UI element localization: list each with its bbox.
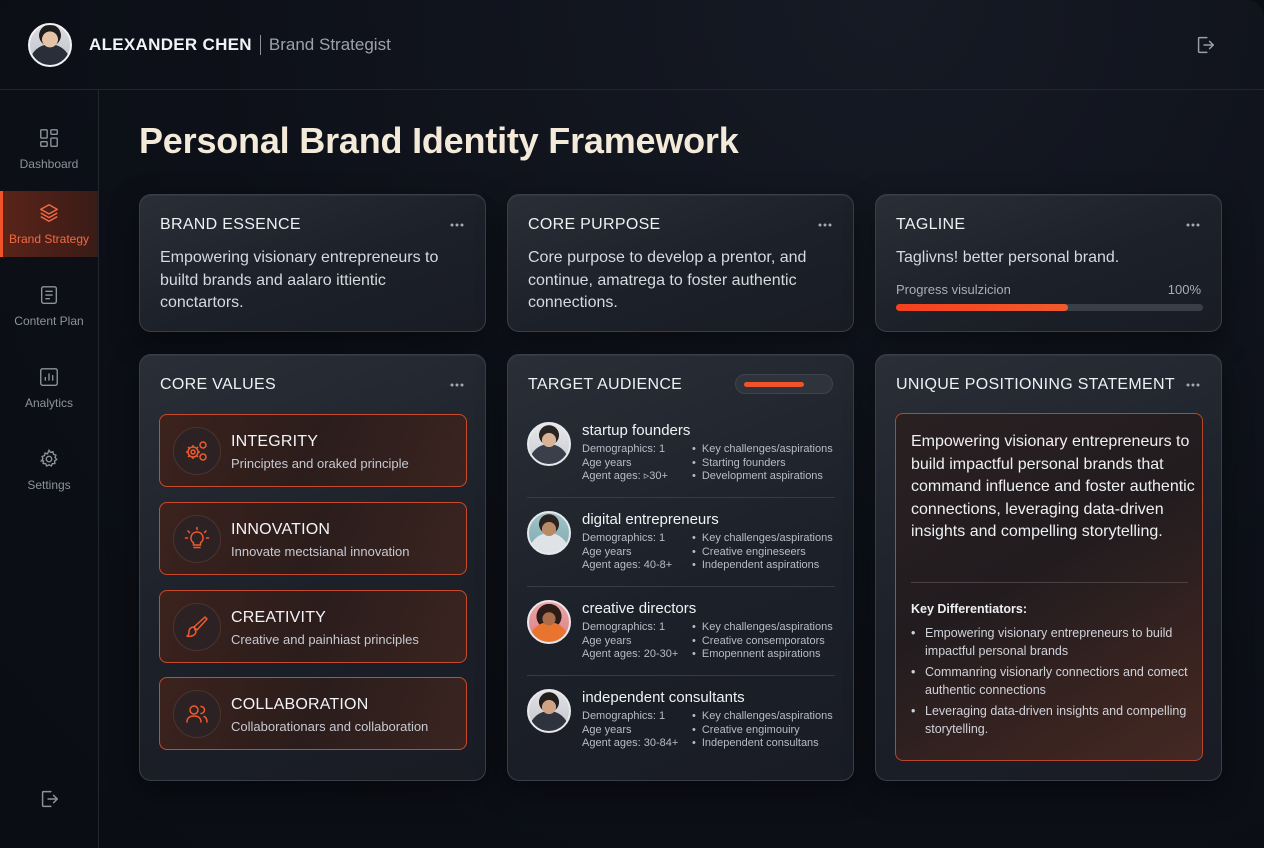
core-value-integrity[interactable]: INTEGRITY Principtes and oraked principl… [159, 414, 467, 487]
core-purpose-card: CORE PURPOSE Core purpose to develop a p… [507, 194, 854, 332]
page-title: Personal Brand Identity Framework [139, 120, 739, 161]
sidebar-item-label: Analytics [24, 396, 74, 410]
sidebar-item-label: Brand Strategy [8, 232, 90, 246]
gears-icon [173, 427, 221, 475]
persona-demographics: Demographics: 1 Age years Agent ages: 20… [582, 621, 679, 660]
more-options-icon[interactable] [449, 217, 465, 233]
list-item: Leveraging data-driven insights and comp… [911, 703, 1196, 738]
usp-card: UNIQUE POSITIONING STATEMENT Empowering … [875, 354, 1222, 781]
sidebar-item-analytics[interactable]: Analytics [0, 355, 98, 421]
core-value-desc: Principtes and oraked principle [231, 456, 409, 471]
persona-demographics: Demographics: 1 Age years Agent ages: 40… [582, 532, 673, 571]
more-options-icon[interactable] [817, 217, 833, 233]
target-audience-card: TARGET AUDIENCE startup founders Demogra… [507, 354, 854, 781]
gear-icon [39, 448, 58, 467]
core-purpose-text: Core purpose to develop a prentor, and c… [528, 249, 807, 311]
people-icon [173, 690, 221, 738]
persona-independent-consultants[interactable]: independent consultants Demographics: 1 … [527, 689, 835, 777]
list-item: Commanring visionarly connectiors and co… [911, 664, 1196, 699]
differentiators-list: Empowering visionary entrepreneurs to bu… [911, 625, 1196, 742]
progress-label: Progress visulzicion [896, 282, 1011, 297]
sidebar-item-content-plan[interactable]: Content Plan [0, 273, 98, 339]
avatar [527, 422, 571, 466]
persona-name: independent consultants [582, 689, 745, 706]
progress-percent: 100% [1167, 282, 1201, 297]
sidebar: Dashboard Brand Strategy Content Plan An… [0, 90, 99, 848]
persona-name: startup founders [582, 422, 691, 439]
avatar[interactable] [28, 22, 72, 67]
core-value-creativity[interactable]: CREATIVITY Creative and painhiast princi… [159, 590, 467, 663]
brand-essence-card: BRAND ESSENCE Empowering visionary entre… [139, 194, 486, 332]
avatar [527, 689, 571, 733]
persona-aspirations: Key challenges/aspirations Starting foun… [692, 443, 842, 484]
usp-box: Empowering visionary entrepreneurs to bu… [895, 413, 1203, 761]
usp-statement: Empowering visionary entrepreneurs to bu… [911, 433, 1195, 540]
logout-icon[interactable] [1194, 34, 1216, 56]
logout-icon[interactable] [38, 788, 60, 810]
core-value-title: INTEGRITY [231, 433, 319, 450]
divider [527, 586, 835, 587]
audience-indicator [735, 374, 833, 394]
persona-aspirations: Key challenges/aspirations Creative engi… [692, 532, 842, 573]
grid-icon [40, 129, 58, 147]
core-value-collaboration[interactable]: COLLABORATION Collaborationars and colla… [159, 677, 467, 750]
sidebar-item-settings[interactable]: Settings [0, 437, 98, 503]
persona-demographics: Demographics: 1 Age years Agent ages: ▹3… [582, 443, 668, 482]
persona-aspirations: Key challenges/aspirations Creative cons… [692, 621, 842, 662]
divider [527, 675, 835, 676]
card-title: CORE PURPOSE [528, 216, 661, 233]
card-title: BRAND ESSENCE [160, 216, 301, 233]
app-window: ALEXANDER CHEN Brand Strategist Dashboar… [0, 0, 1264, 848]
sidebar-item-label: Settings [27, 478, 71, 492]
core-value-desc: Creative and painhiast principles [231, 632, 419, 647]
more-options-icon[interactable] [1185, 217, 1201, 233]
list-item: Empowering visionary entrepreneurs to bu… [911, 625, 1196, 660]
card-title: TARGET AUDIENCE [528, 376, 683, 393]
top-header: ALEXANDER CHEN Brand Strategist [0, 0, 1264, 90]
more-options-icon[interactable] [449, 377, 465, 393]
core-value-title: COLLABORATION [231, 696, 369, 713]
document-icon [40, 286, 58, 304]
persona-name: digital entrepreneurs [582, 511, 719, 528]
differentiators-title: Key Differentiators: [911, 602, 1027, 616]
more-options-icon[interactable] [1185, 377, 1201, 393]
layers-icon [40, 204, 58, 222]
lightbulb-icon [173, 515, 221, 563]
core-value-desc: Innovate mectsianal innovation [231, 544, 410, 559]
avatar [527, 600, 571, 644]
avatar [527, 511, 571, 555]
sidebar-item-label: Dashboard [19, 157, 79, 171]
persona-name: creative directors [582, 600, 697, 617]
tagline-text: Taglivns! better personal brand. [896, 249, 1120, 266]
divider [527, 497, 835, 498]
brand-essence-text: Empowering visionary entrepreneurs to bu… [160, 249, 439, 311]
tagline-card: TAGLINE Taglivns! better personal brand.… [875, 194, 1222, 332]
core-value-desc: Collaborationars and collaboration [231, 719, 429, 734]
bar-chart-icon [40, 368, 58, 386]
user-role: Brand Strategist [268, 34, 391, 54]
divider [911, 582, 1188, 583]
persona-demographics: Demographics: 1 Age years Agent ages: 30… [582, 710, 679, 749]
audience-indicator-fill [744, 382, 804, 387]
sidebar-item-brand-strategy[interactable]: Brand Strategy [0, 191, 98, 257]
core-value-innovation[interactable]: INNOVATION Innovate mectsianal innovatio… [159, 502, 467, 575]
user-name: ALEXANDER CHEN [89, 34, 252, 54]
core-value-title: INNOVATION [231, 521, 331, 538]
card-title: UNIQUE POSITIONING STATEMENT [896, 376, 1175, 393]
name-separator [259, 34, 261, 55]
core-values-card: CORE VALUES INTEGRITY Principtes and ora… [139, 354, 486, 781]
persona-aspirations: Key challenges/aspirations Creative engi… [692, 710, 842, 751]
card-title: TAGLINE [896, 216, 966, 233]
progress-bar [896, 304, 1203, 311]
core-value-title: CREATIVITY [231, 609, 327, 626]
progress-bar-fill [896, 304, 1068, 311]
brush-icon [173, 603, 221, 651]
card-title: CORE VALUES [160, 376, 276, 393]
sidebar-item-label: Content Plan [14, 314, 84, 328]
sidebar-item-dashboard[interactable]: Dashboard [0, 116, 98, 182]
